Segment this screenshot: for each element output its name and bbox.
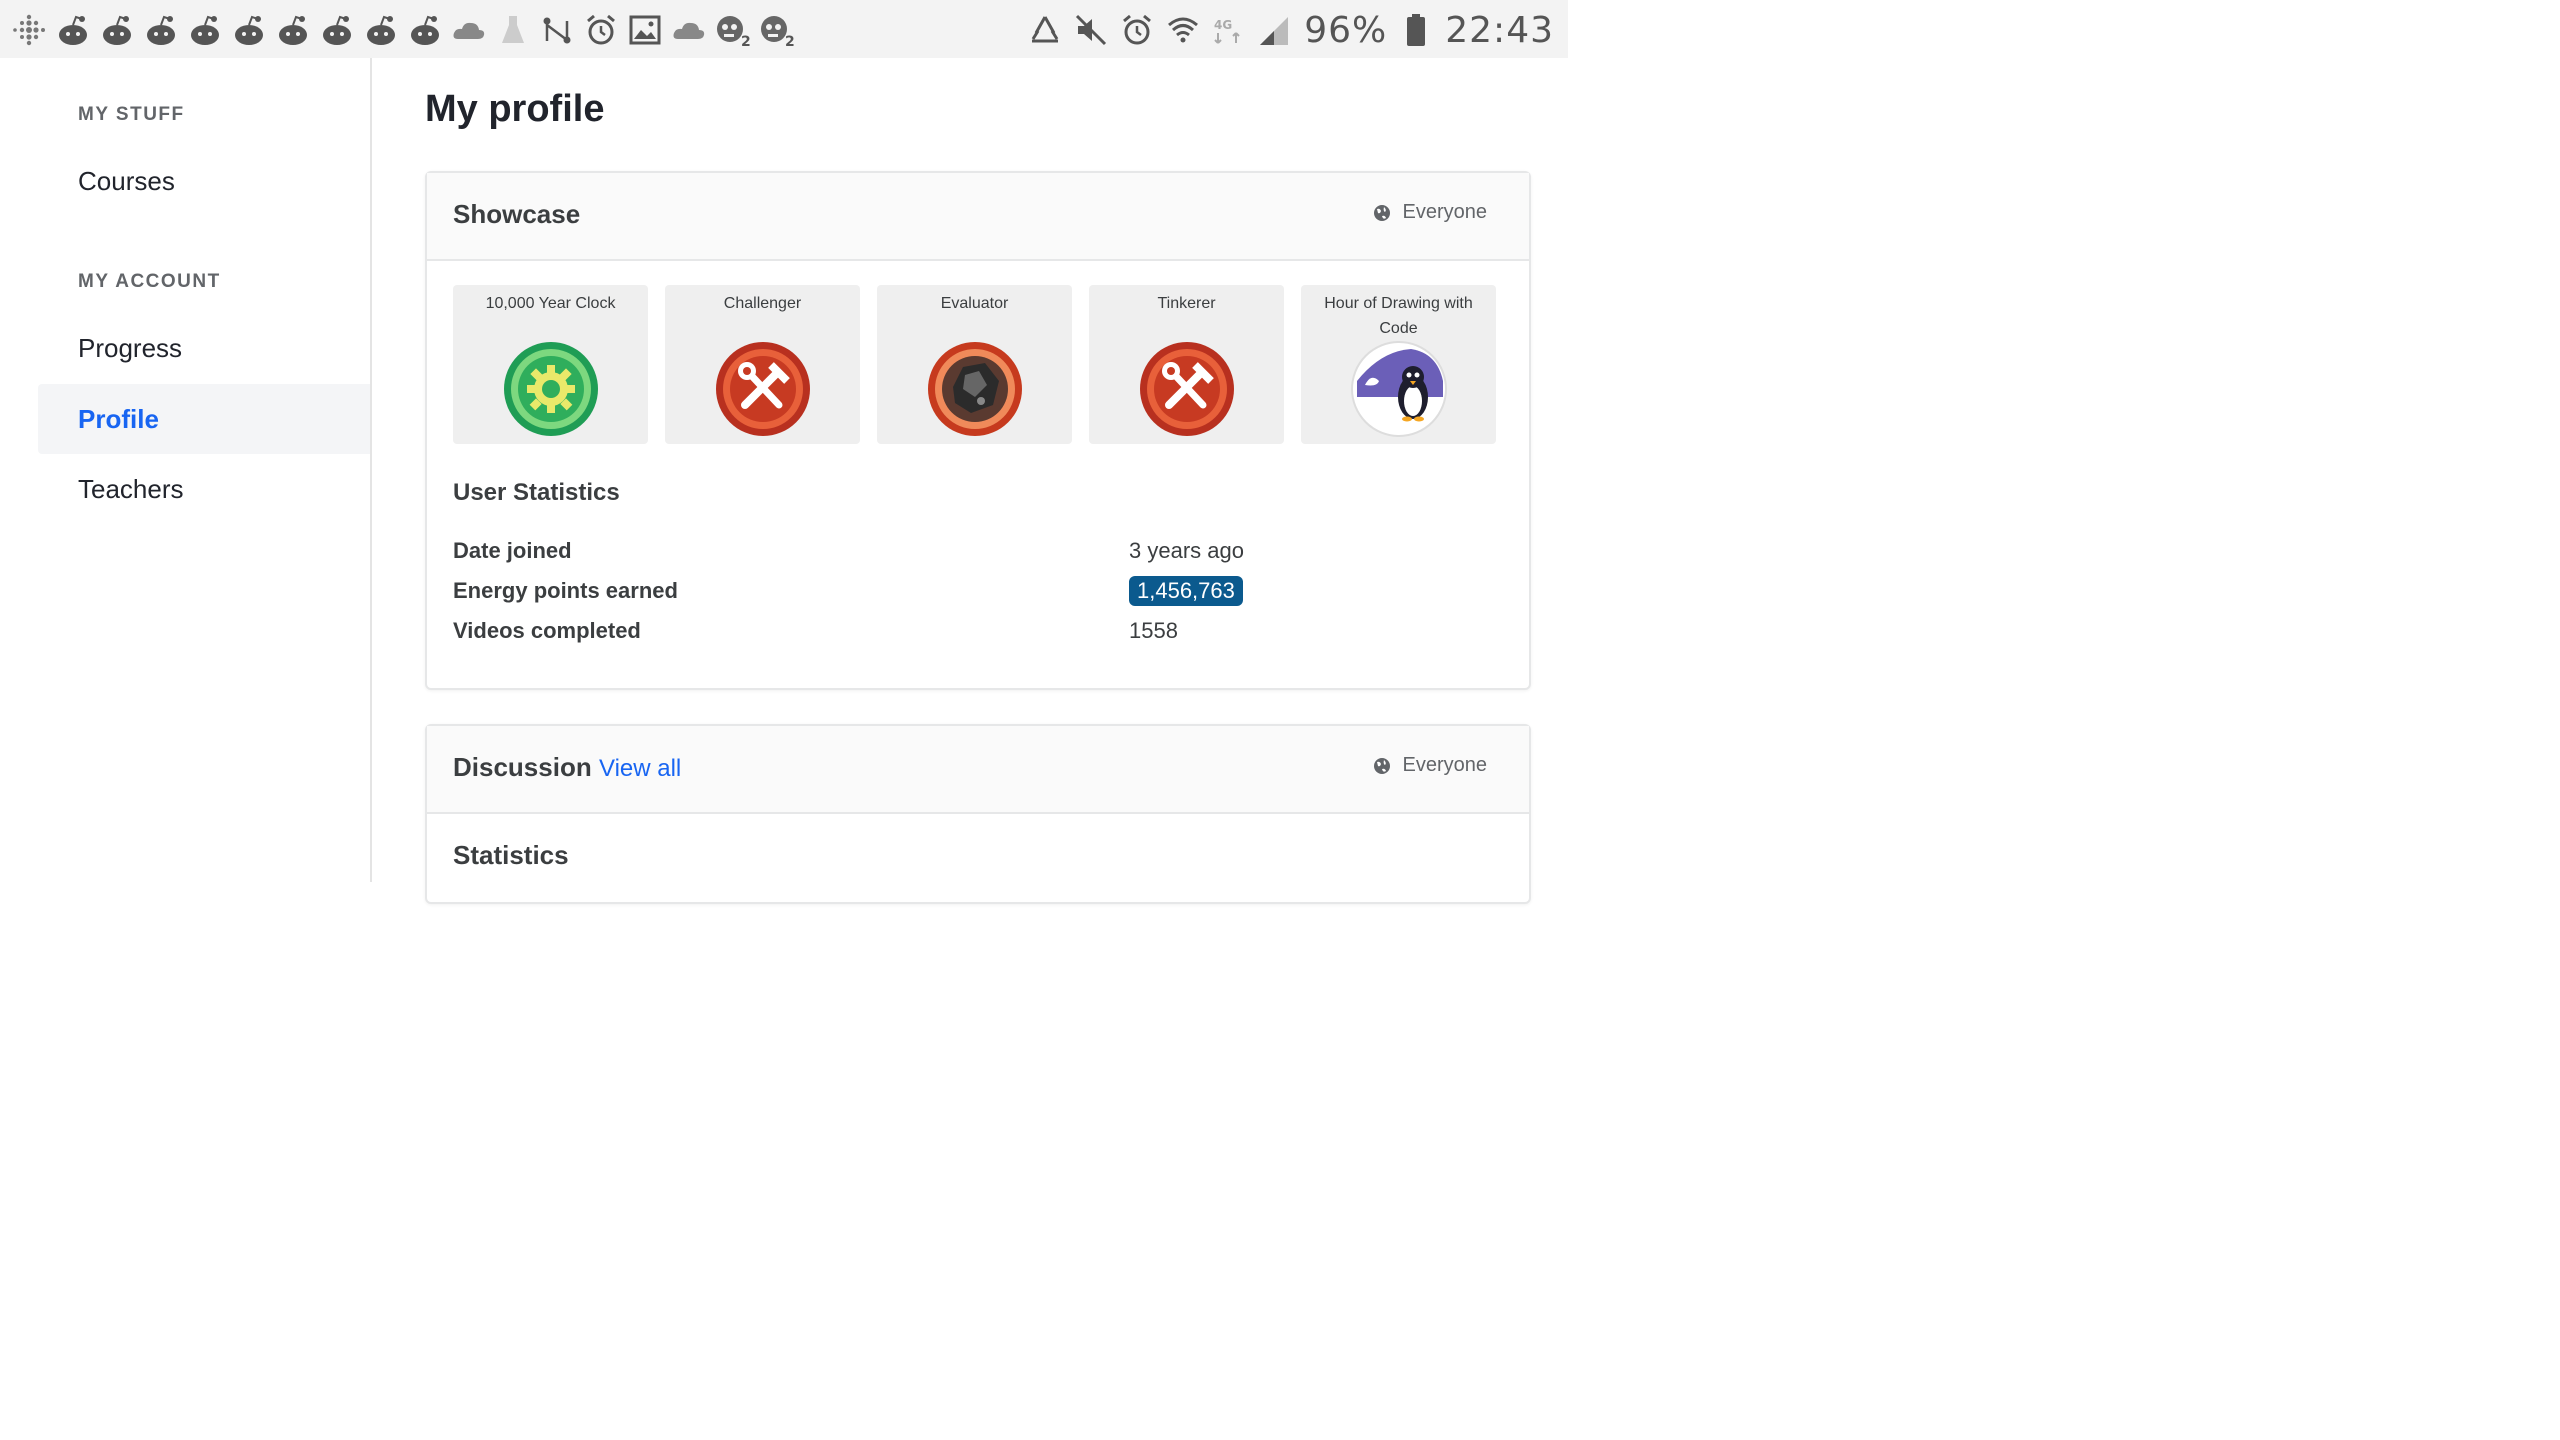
discussion-title: Discussion (453, 752, 592, 782)
system-icons: 4G 96% 22:43 (1028, 8, 1554, 52)
showcase-title: Showcase (453, 199, 581, 229)
sidebar-item-courses[interactable]: Courses (38, 146, 370, 216)
discussion-card: Discussion View all Everyone Statistics (425, 724, 1531, 904)
mute-icon (1074, 13, 1108, 47)
section-heading-my-account: MY ACCOUNT (78, 271, 221, 292)
image-icon (626, 11, 664, 49)
sidebar-item-progress[interactable]: Progress (38, 313, 370, 383)
reddit-icon (186, 11, 224, 49)
gear-badge-icon (503, 342, 598, 436)
recycle-icon (1028, 13, 1062, 47)
svg-text:4G: 4G (1214, 18, 1232, 32)
discussion-visibility-selector[interactable]: Everyone (1373, 754, 1488, 777)
page-title: My profile (425, 88, 605, 130)
status-bar: 2 2 4G 96% 22:43 (0, 0, 1568, 58)
sidebar-nav: MY STUFF Courses MY ACCOUNT Progress Pro… (0, 58, 372, 882)
badge-name: Evaluator (940, 295, 1009, 312)
badge-name: Hour of Drawing with Code (1324, 295, 1473, 337)
flask-icon (494, 11, 532, 49)
penguin-badge-icon (1350, 341, 1447, 437)
badge-tile[interactable]: Hour of Drawing with Code (1301, 285, 1496, 444)
stat-label: Date joined (453, 538, 572, 563)
showcase-card: Showcase Everyone 10,000 Year Clock Chal… (425, 171, 1531, 690)
stat-value: 1558 (1129, 618, 1178, 643)
energy-points-badge: 1,456,763 (1129, 576, 1243, 606)
tools-badge-icon (715, 342, 810, 436)
stat-label: Videos completed (453, 618, 641, 643)
stat-row-date-joined: Date joined 3 years ago (453, 538, 1503, 578)
reddit-icon (54, 11, 92, 49)
badge-tile[interactable]: Challenger (665, 285, 860, 444)
cloud-icon (450, 11, 488, 49)
globe-icon (1373, 204, 1390, 221)
badge-name: Challenger (723, 295, 802, 312)
battery-icon (1399, 13, 1433, 47)
signal-icon (1258, 13, 1292, 47)
badge-tile[interactable]: Evaluator (877, 285, 1072, 444)
badge-list: 10,000 Year Clock Challenger Evaluator T… (453, 285, 1496, 444)
svg-text:2: 2 (741, 34, 751, 47)
user-statistics-title: User Statistics (453, 479, 620, 506)
sidebar-item-teachers[interactable]: Teachers (38, 454, 370, 524)
visibility-label: Everyone (1402, 754, 1488, 776)
sidebar-item-profile[interactable]: Profile (38, 384, 370, 454)
discussion-header: Discussion View all Everyone (427, 726, 1529, 814)
stat-label: Energy points earned (453, 578, 678, 603)
section-heading-my-stuff: MY STUFF (78, 104, 185, 125)
lte-icon: 4G (1212, 13, 1246, 47)
alarm-icon (582, 11, 620, 49)
globe-icon (1373, 757, 1390, 774)
tools-badge-icon (1139, 342, 1234, 436)
battery-percentage: 96% (1304, 9, 1388, 51)
badge-tile[interactable]: Tinkerer (1089, 285, 1284, 444)
view-all-link[interactable]: View all (599, 755, 681, 783)
zombie-icon: 2 (714, 11, 752, 49)
wifi-icon (1166, 13, 1200, 47)
cloud-icon (670, 11, 708, 49)
discussion-statistics-title: Statistics (453, 840, 569, 870)
showcase-header: Showcase Everyone (427, 173, 1529, 261)
route-icon (538, 11, 576, 49)
reddit-icon (318, 11, 356, 49)
fitbit-icon (10, 11, 48, 49)
badge-tile[interactable]: 10,000 Year Clock (453, 285, 648, 444)
showcase-visibility-selector[interactable]: Everyone (1373, 201, 1488, 224)
alarm-icon (1120, 13, 1154, 47)
notification-icons: 2 2 (10, 10, 796, 50)
stat-value: 3 years ago (1129, 538, 1244, 563)
reddit-icon (230, 11, 268, 49)
stat-row-energy-points: Energy points earned 1,456,763 (453, 576, 1503, 618)
meteorite-badge-icon (927, 342, 1022, 436)
reddit-icon (362, 11, 400, 49)
reddit-icon (98, 11, 136, 49)
badge-name: Tinkerer (1157, 295, 1216, 312)
clock-time: 22:43 (1445, 9, 1554, 51)
badge-name: 10,000 Year Clock (485, 295, 616, 312)
reddit-icon (406, 11, 444, 49)
visibility-label: Everyone (1402, 201, 1488, 223)
reddit-icon (142, 11, 180, 49)
zombie-icon: 2 (758, 11, 796, 49)
reddit-icon (274, 11, 312, 49)
stat-row-videos-completed: Videos completed 1558 (453, 618, 1503, 658)
svg-text:2: 2 (785, 34, 795, 47)
